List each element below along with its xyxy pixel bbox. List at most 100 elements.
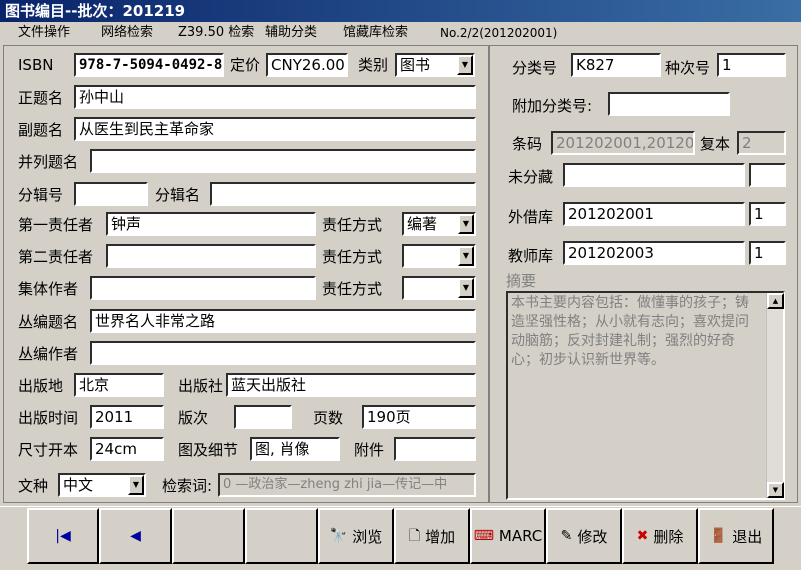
category-label: 类别 [358, 56, 389, 74]
pages-field[interactable]: 190页 [362, 405, 476, 429]
category-value: 图书 [400, 56, 431, 74]
prev-record-icon: ◀ [130, 528, 141, 544]
summary-scrollbar[interactable]: ▲ ▼ [766, 293, 784, 498]
edit-icon: ✎ [560, 528, 573, 544]
edition-field[interactable] [234, 405, 292, 429]
summary-textarea[interactable]: 本书主要内容包括：做懂事的孩子；铸造坚强性格；从小就有志向；喜欢提问动脑筋；反对… [506, 291, 785, 500]
resp-mode2-select[interactable]: ▼ [402, 244, 476, 268]
blank-button-1[interactable] [172, 508, 245, 564]
edit-button[interactable]: ✎ 修改 [546, 508, 622, 564]
menu-network-search[interactable]: 网络检索 [101, 22, 153, 44]
menu-holdings-search[interactable]: 馆藏库检索 [343, 22, 408, 44]
subtitle-field[interactable]: 从医生到民主革命家 [74, 117, 476, 141]
resp-mode3-select[interactable]: ▼ [402, 276, 476, 300]
menu-file[interactable]: 文件操作 [18, 22, 70, 44]
attach-label: 附件 [354, 441, 385, 459]
first-record-button[interactable]: |◀ [27, 508, 99, 564]
browse-label: 浏览 [352, 527, 383, 546]
resp-mode1-value: 编著 [407, 215, 438, 233]
parallel-title-label: 并列题名 [18, 153, 79, 171]
parallel-title-field[interactable] [90, 149, 476, 173]
copies-label: 复本 [700, 135, 731, 153]
resp-mode2-label: 责任方式 [322, 248, 383, 266]
part-no-field[interactable] [74, 182, 148, 206]
class-no-label: 分类号 [512, 59, 558, 77]
publisher-label: 出版社 [178, 377, 224, 395]
chevron-down-icon[interactable]: ▼ [457, 55, 473, 75]
prev-record-button[interactable]: ◀ [99, 508, 172, 564]
teacher-count-field[interactable]: 1 [749, 241, 786, 265]
part-name-label: 分辑名 [155, 186, 201, 204]
class-no-field[interactable]: K827 [571, 53, 661, 77]
keywords-label: 检索词: [162, 477, 213, 495]
collective-label: 集体作者 [18, 280, 79, 298]
lending-label: 外借库 [508, 208, 554, 226]
browse-button[interactable]: 🔭 浏览 [318, 508, 394, 564]
barcode-label: 条码 [512, 135, 543, 153]
lending-field[interactable]: 201202001 [563, 202, 745, 226]
series-author-label: 丛编作者 [18, 345, 79, 363]
pub-date-field[interactable]: 2011 [90, 405, 164, 429]
extra-class-field[interactable] [608, 92, 730, 116]
seq-no-field[interactable]: 1 [717, 53, 786, 77]
pub-date-label: 出版时间 [18, 409, 79, 427]
subtitle-label: 副题名 [18, 121, 64, 139]
copies-field[interactable]: 2 [737, 131, 786, 155]
series-title-label: 丛编题名 [18, 313, 79, 331]
title-field[interactable]: 孙中山 [74, 85, 476, 109]
series-author-field[interactable] [90, 341, 476, 365]
left-panel [3, 45, 489, 503]
keywords-field[interactable]: 0 —政治家—zheng zhi jia—传记—中 [218, 473, 476, 497]
price-field[interactable]: CNY26.00 [266, 53, 348, 77]
lending-count-field[interactable]: 1 [749, 202, 786, 226]
publisher-field[interactable]: 蓝天出版社 [226, 373, 476, 397]
extra-class-label: 附加分类号: [512, 97, 593, 115]
chevron-down-icon[interactable]: ▼ [458, 246, 474, 266]
collective-field[interactable] [90, 276, 316, 300]
resp2-field[interactable] [106, 244, 316, 268]
blank-button-2[interactable] [245, 508, 318, 564]
add-button[interactable]: 🗋 增加 [394, 508, 470, 564]
add-label: 增加 [425, 527, 456, 546]
resp-mode1-select[interactable]: 编著 ▼ [402, 212, 476, 236]
series-title-field[interactable]: 世界名人非常之路 [90, 309, 476, 333]
summary-text: 本书主要内容包括：做懂事的孩子；铸造坚强性格；从小就有志向；喜欢提问动脑筋；反对… [511, 295, 749, 368]
isbn-field[interactable]: 978-7-5094-0492-8 [74, 53, 224, 77]
part-name-field[interactable] [210, 182, 476, 206]
pub-place-label: 出版地 [18, 377, 64, 395]
attach-field[interactable] [394, 437, 476, 461]
marc-button[interactable]: ⌨ MARC [470, 508, 546, 564]
chevron-down-icon[interactable]: ▼ [458, 214, 474, 234]
size-field[interactable]: 24cm [90, 437, 164, 461]
illus-field[interactable]: 图, 肖像 [250, 437, 340, 461]
resp2-label: 第二责任者 [18, 248, 94, 266]
seq-no-label: 种次号 [665, 59, 711, 77]
unsorted-count-field[interactable] [749, 163, 786, 187]
record-number: No.2/2(201202001) [440, 26, 558, 40]
part-no-label: 分辑号 [18, 186, 64, 204]
unsorted-field[interactable] [563, 163, 745, 187]
menu-aux-classify[interactable]: 辅助分类 [265, 22, 317, 44]
size-label: 尺寸开本 [18, 441, 79, 459]
exit-button[interactable]: 🚪 退出 [698, 508, 774, 564]
title-label: 正题名 [18, 89, 64, 107]
first-record-icon: |◀ [55, 528, 71, 544]
category-select[interactable]: 图书 ▼ [395, 53, 475, 77]
chevron-down-icon[interactable]: ▼ [128, 475, 144, 495]
resp1-field[interactable]: 钟声 [106, 212, 316, 236]
chevron-down-icon[interactable]: ▼ [458, 278, 474, 298]
language-label: 文种 [18, 477, 49, 495]
language-value: 中文 [63, 476, 94, 494]
binoculars-icon: 🔭 [329, 528, 348, 544]
marc-label: MARC [498, 527, 543, 545]
scroll-up-icon[interactable]: ▲ [767, 293, 784, 309]
illus-label: 图及细节 [178, 441, 239, 459]
pub-place-field[interactable]: 北京 [74, 373, 164, 397]
resp-mode3-label: 责任方式 [322, 280, 383, 298]
teacher-field[interactable]: 201202003 [563, 241, 745, 265]
delete-button[interactable]: ✖ 删除 [622, 508, 698, 564]
language-select[interactable]: 中文 ▼ [58, 473, 146, 497]
barcode-field[interactable]: 201202001,201202 [551, 131, 695, 155]
scroll-down-icon[interactable]: ▼ [767, 482, 784, 498]
menu-z3950-search[interactable]: Z39.50 检索 [178, 22, 254, 44]
